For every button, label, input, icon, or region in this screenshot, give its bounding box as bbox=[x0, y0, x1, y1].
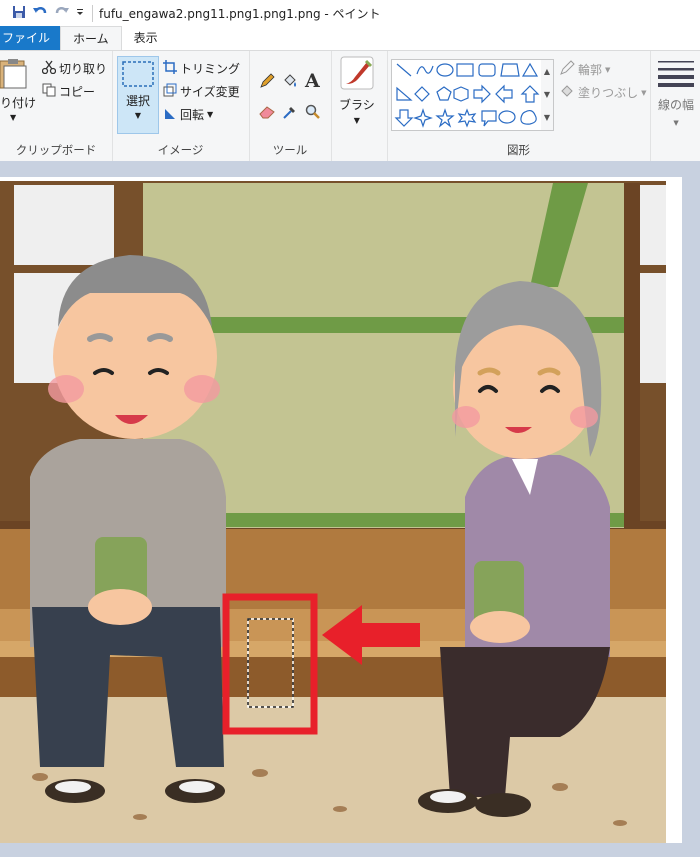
shapes-scroll[interactable]: ▲ ▼ ▼ bbox=[541, 59, 554, 131]
scissors-icon bbox=[41, 60, 57, 77]
fill-button[interactable]: 塗りつぶし ▼ bbox=[559, 83, 647, 102]
chevron-down-icon: ▼ bbox=[353, 116, 360, 125]
crop-icon bbox=[163, 60, 177, 77]
select-label: 選択 bbox=[125, 94, 150, 108]
rotate-icon bbox=[163, 106, 177, 123]
shapes-group: ▲ ▼ ▼ 輪郭 ▼ 塗りつぶし ▼ 図形 bbox=[387, 51, 651, 161]
resize-button[interactable]: サイズ変更 bbox=[163, 83, 240, 100]
undo-icon[interactable] bbox=[32, 5, 48, 22]
brushes-button[interactable]: ブラシ ▼ bbox=[339, 56, 375, 125]
brushes-group: ブラシ ▼ bbox=[331, 51, 388, 161]
color-picker-icon[interactable] bbox=[282, 104, 298, 120]
drawing-canvas[interactable] bbox=[0, 177, 682, 843]
magnifier-icon[interactable] bbox=[305, 104, 321, 120]
chevron-down-icon: ▼ bbox=[134, 111, 142, 120]
fill-bucket-icon[interactable] bbox=[282, 73, 298, 89]
copy-button[interactable]: コピー bbox=[42, 83, 95, 100]
eraser-icon[interactable] bbox=[259, 105, 275, 119]
ribbon-tabs: ファイル ホーム 表示 bbox=[0, 26, 700, 50]
tools-group: A ツール bbox=[249, 51, 332, 161]
fill-icon bbox=[559, 83, 575, 102]
clipboard-group: り付け ▼ 切り取り コピー クリップボード bbox=[0, 51, 113, 161]
brush-icon bbox=[340, 56, 374, 93]
fill-label: 塗りつぶし bbox=[578, 86, 639, 100]
select-button[interactable]: 選択 ▼ bbox=[117, 56, 159, 134]
tab-view[interactable]: 表示 bbox=[122, 26, 170, 50]
window-title: fufu_engawa2.png11.png1.png1.png - ペイント bbox=[92, 4, 381, 22]
quick-access-toolbar bbox=[0, 5, 84, 22]
outline-label: 輪郭 bbox=[578, 63, 603, 77]
outline-icon bbox=[559, 60, 575, 79]
crop-button[interactable]: トリミング bbox=[163, 60, 240, 77]
paste-label: り付け bbox=[0, 96, 37, 110]
canvas-workspace bbox=[0, 161, 700, 857]
cut-label: 切り取り bbox=[59, 62, 108, 76]
size-label: 線の幅 bbox=[658, 98, 695, 112]
chevron-down-icon: ▼ bbox=[207, 110, 214, 119]
rotate-label: 回転 bbox=[180, 108, 205, 122]
shapes-gallery-icons bbox=[394, 62, 540, 128]
line-width-icon bbox=[658, 59, 694, 90]
save-icon[interactable] bbox=[12, 5, 26, 22]
redo-icon[interactable] bbox=[54, 5, 70, 22]
size-group: 線の幅 ▼ bbox=[650, 51, 700, 161]
ribbon: り付け ▼ 切り取り コピー クリップボード 選択 ▼ トリミング サイズ変更 … bbox=[0, 50, 700, 162]
tab-home[interactable]: ホーム bbox=[60, 26, 122, 50]
chevron-down-icon[interactable]: ▼ bbox=[541, 83, 553, 106]
pencil-icon[interactable] bbox=[259, 73, 275, 89]
chevron-up-icon[interactable]: ▲ bbox=[541, 60, 553, 83]
expand-gallery-icon[interactable]: ▼ bbox=[541, 106, 553, 129]
cut-button[interactable]: 切り取り bbox=[41, 60, 108, 77]
tools-group-label: ツール bbox=[272, 143, 308, 157]
paste-icon bbox=[0, 57, 28, 92]
title-bar: fufu_engawa2.png11.png1.png1.png - ペイント bbox=[0, 0, 700, 26]
chevron-down-icon: ▼ bbox=[10, 113, 17, 122]
text-tool-icon[interactable]: A bbox=[305, 70, 320, 92]
brushes-label: ブラシ bbox=[339, 98, 375, 112]
paste-button[interactable]: り付け ▼ bbox=[0, 57, 36, 122]
clipboard-group-label: クリップボード bbox=[15, 143, 97, 157]
crop-label: トリミング bbox=[180, 62, 241, 76]
chevron-down-icon: ▼ bbox=[641, 88, 647, 97]
chevron-down-icon: ▼ bbox=[673, 119, 679, 127]
rotate-button[interactable]: 回転 ▼ bbox=[163, 106, 213, 123]
copy-label: コピー bbox=[59, 85, 96, 99]
size-button[interactable]: 線の幅 ▼ bbox=[658, 59, 694, 127]
resize-label: サイズ変更 bbox=[180, 85, 240, 99]
resize-icon bbox=[163, 83, 177, 100]
shapes-gallery[interactable] bbox=[391, 59, 543, 131]
customize-quick-access-icon[interactable] bbox=[76, 6, 84, 20]
elderly-couple-illustration bbox=[0, 177, 682, 843]
tab-file[interactable]: ファイル bbox=[0, 26, 61, 50]
select-rectangle-icon bbox=[122, 61, 154, 90]
outline-button[interactable]: 輪郭 ▼ bbox=[559, 60, 610, 79]
shapes-group-label: 図形 bbox=[507, 143, 530, 157]
image-group: 選択 ▼ トリミング サイズ変更 回転 ▼ イメージ bbox=[112, 51, 250, 161]
chevron-down-icon: ▼ bbox=[605, 65, 611, 74]
image-group-label: イメージ bbox=[157, 143, 204, 157]
copy-icon bbox=[42, 83, 56, 100]
